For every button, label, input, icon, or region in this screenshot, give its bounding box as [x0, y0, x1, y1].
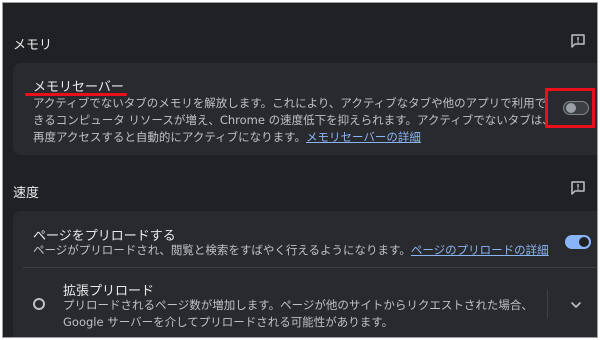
preload-learn-more-link[interactable]: ページのプリロードの詳細 [411, 243, 549, 257]
toggle-knob [566, 103, 576, 113]
preload-toggle[interactable] [565, 235, 591, 249]
extended-preload-desc-line1: プリロードされるページ数が増加します。ページが他のサイトからリクエストされた場合… [63, 298, 533, 312]
feedback-icon[interactable] [570, 33, 586, 49]
toggle-knob [579, 237, 589, 247]
extended-preload-desc-line2: Google サーバーを介してプリロードされる可能性があります。 [63, 315, 394, 329]
memory-saver-desc-line3: 再度アクセスすると自動的にアクティブになります。 [33, 130, 307, 144]
preload-desc-text: ページがプリロードされ、閲覧と検索をすばやく行えるようになります。 [33, 243, 411, 257]
memory-saver-card: メモリセーバー アクティブでないタブのメモリを解放します。これにより、アクティブ… [13, 63, 597, 155]
memory-saver-desc-line2: きるコンピュータ リソースが増え、Chrome の速度低下を抑えられます。アクテ… [33, 113, 554, 127]
memory-saver-learn-more-link[interactable]: メモリセーバーの詳細 [306, 130, 421, 144]
extended-preload-description: プリロードされるページ数が増加します。ページが他のサイトからリクエストされた場合… [63, 297, 533, 331]
vertical-separator [547, 289, 548, 319]
settings-panel: メモリ メモリセーバー アクティブでないタブのメモリを解放します。これにより、ア… [2, 2, 598, 338]
row-divider [23, 267, 597, 268]
memory-section-title: メモリ [13, 38, 53, 53]
speed-section-title: 速度 [13, 186, 40, 201]
memory-saver-description: アクティブでないタブのメモリを解放します。これにより、アクティブなタブや他のアプ… [33, 95, 554, 146]
speed-card: ページをプリロードする ページがプリロードされ、閲覧と検索をすばやく行えるように… [13, 211, 597, 337]
extended-preload-radio[interactable] [33, 298, 45, 310]
feedback-icon[interactable] [570, 180, 586, 196]
chevron-down-icon[interactable] [569, 298, 583, 312]
preload-description: ページがプリロードされ、閲覧と検索をすばやく行えるようになります。ページのプリロ… [33, 242, 549, 259]
memory-saver-desc-line1: アクティブでないタブのメモリを解放します。これにより、アクティブなタブや他のアプ… [33, 96, 547, 110]
memory-saver-toggle[interactable] [563, 101, 589, 115]
